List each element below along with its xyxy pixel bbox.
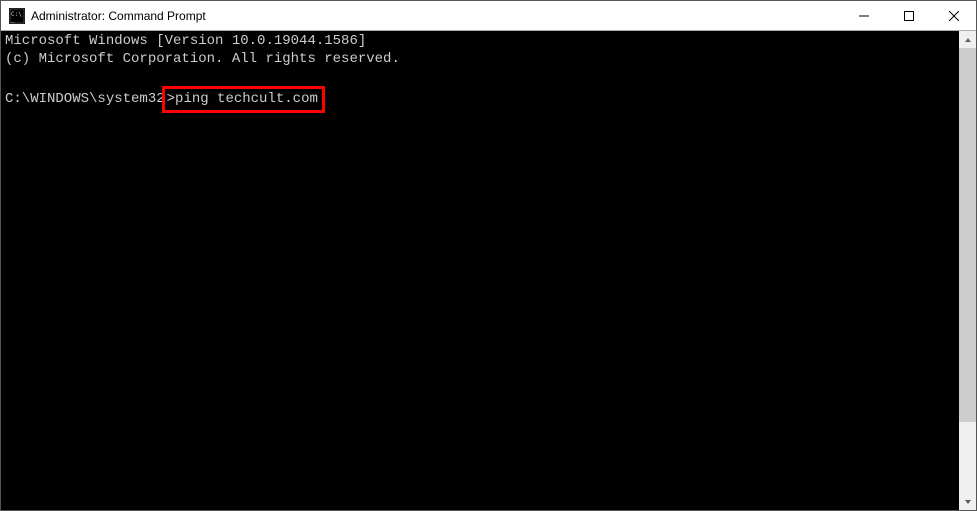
cmd-icon: C:\ _ bbox=[9, 8, 25, 24]
scroll-down-arrow-icon[interactable] bbox=[959, 493, 976, 510]
terminal-command: ping techcult.com bbox=[175, 91, 318, 107]
close-button[interactable] bbox=[931, 1, 976, 30]
window-controls bbox=[841, 1, 976, 30]
vertical-scrollbar[interactable] bbox=[959, 31, 976, 510]
window-title: Administrator: Command Prompt bbox=[31, 9, 841, 23]
scroll-thumb[interactable] bbox=[959, 48, 976, 422]
maximize-button[interactable] bbox=[886, 1, 931, 30]
terminal-line: (c) Microsoft Corporation. All rights re… bbox=[5, 51, 400, 67]
svg-text:_: _ bbox=[11, 16, 15, 23]
terminal-line: Microsoft Windows [Version 10.0.19044.15… bbox=[5, 33, 366, 49]
prompt-separator: > bbox=[167, 91, 175, 107]
minimize-button[interactable] bbox=[841, 1, 886, 30]
terminal-prompt: C:\WINDOWS\system32 bbox=[5, 91, 165, 107]
client-area: Microsoft Windows [Version 10.0.19044.15… bbox=[1, 31, 976, 510]
window-frame: C:\ _ Administrator: Command Prompt Micr… bbox=[0, 0, 977, 511]
command-highlight: >ping techcult.com bbox=[162, 86, 325, 114]
terminal-output[interactable]: Microsoft Windows [Version 10.0.19044.15… bbox=[1, 31, 959, 510]
titlebar[interactable]: C:\ _ Administrator: Command Prompt bbox=[1, 1, 976, 31]
scroll-track[interactable] bbox=[959, 48, 976, 493]
scroll-up-arrow-icon[interactable] bbox=[959, 31, 976, 48]
